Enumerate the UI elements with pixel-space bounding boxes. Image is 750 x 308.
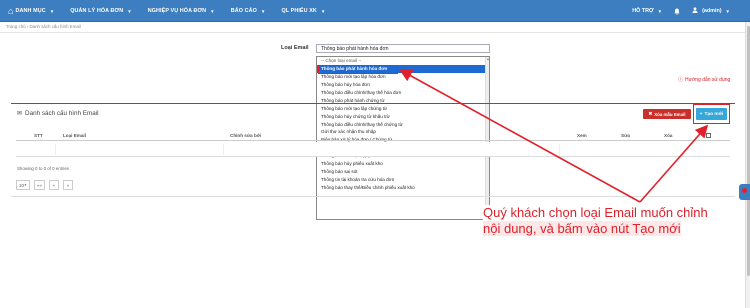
email-type-label: Loại Email	[281, 45, 309, 51]
first-page-button[interactable]: ««	[34, 180, 45, 190]
annotation-line-2: nội dung, và bấm vào nút Tạo mới	[483, 221, 681, 236]
divider	[0, 32, 745, 33]
page-scrollbar[interactable]	[745, 22, 750, 308]
bell-icon[interactable]	[674, 8, 680, 15]
user-guide-link[interactable]: ⓘ Hướng dẫn sử dụng	[678, 76, 731, 84]
dropdown-option[interactable]: -- Chọn loại email --	[317, 57, 489, 65]
annotation-line-1: Quý khách chọn loại Email muốn chỉnh	[483, 205, 708, 220]
table-header: STT Loại Email Chỉnh sửa bởi Xem Sửa Xóa	[16, 131, 730, 141]
menu-quan-ly-hoa-don-label: QUẢN LÝ HÓA ĐƠN	[70, 8, 124, 14]
menu-nghiep-vu-hoa-don-label: NGHIỆP VỤ HÓA ĐƠN	[147, 8, 207, 14]
scroll-up-icon[interactable]: ▲	[486, 57, 490, 61]
col-edit[interactable]: Sửa	[621, 133, 630, 138]
top-right-menu: HỖ TRỢ ▼ (admin) ▼	[632, 0, 730, 22]
dropdown-option[interactable]: Thông báo hủy chứng từ khấu trừ	[317, 113, 489, 121]
menu-quan-ly-hoa-don[interactable]: QUẢN LÝ HÓA ĐƠN ▼	[62, 0, 139, 22]
caret-down-icon: ▼	[320, 8, 326, 14]
dropdown-option[interactable]: Thông báo điều chỉnh/thay thế hóa đơn	[317, 89, 489, 97]
user-menu[interactable]: (admin) ▼	[692, 7, 730, 15]
email-type-select[interactable]: Thông báo phát hành hóa đơn	[316, 44, 490, 53]
caret-down-icon: ▼	[127, 8, 132, 14]
instruction-annotation: Quý khách chọn loại Email muốn chỉnh nội…	[483, 205, 723, 237]
dropdown-option[interactable]: Thông báo sai sót	[317, 168, 489, 176]
next-page-button[interactable]: »	[62, 180, 73, 190]
close-icon: ✖	[648, 111, 653, 116]
divider	[11, 196, 735, 197]
top-navbar: ⌂ DANH MỤC ▼ QUẢN LÝ HÓA ĐƠN ▼ NGHIỆP VỤ…	[0, 0, 750, 22]
main-menu: ⌂ DANH MỤC ▼ QUẢN LÝ HÓA ĐƠN ▼ NGHIỆP VỤ…	[0, 0, 333, 22]
col-delete[interactable]: Xóa	[664, 133, 672, 138]
prev-page-button[interactable]: «	[48, 180, 59, 190]
caret-down-icon: ▼	[725, 8, 730, 14]
table-info: Showing 0 to 0 of 0 entries	[17, 166, 69, 171]
col-stt[interactable]: STT	[34, 133, 43, 138]
panel-title-text: Danh sách cấu hình Email	[25, 110, 99, 117]
envelope-icon: ✉	[17, 111, 23, 117]
menu-ql-phieu-xk-label: QL PHIẾU XK	[281, 8, 317, 14]
dropdown-option[interactable]: Thông tin tài khoản tra cứu hóa đơn	[317, 176, 489, 184]
caret-down-icon: ▼	[24, 183, 27, 187]
highlight-selected-option	[318, 65, 398, 74]
support-menu[interactable]: HỖ TRỢ ▼	[632, 8, 662, 14]
dropdown-option[interactable]: Thông báo mời tạo lập hóa đơn	[317, 73, 489, 81]
caret-down-icon: ▼	[49, 8, 55, 14]
menu-danh-muc[interactable]: ⌂ DANH MỤC ▼	[0, 0, 62, 22]
filter-cell[interactable]	[56, 144, 224, 155]
col-email-type[interactable]: Loại Email	[63, 133, 86, 138]
user-guide-label: Hướng dẫn sử dụng	[685, 76, 731, 83]
menu-bao-cao-label: BÁO CÁO	[230, 8, 257, 14]
caret-down-icon: ▼	[657, 8, 663, 14]
dropdown-option[interactable]: Thông báo hủy hóa đơn	[317, 81, 489, 89]
home-icon: ⌂	[8, 6, 14, 16]
panel-title: ✉ Danh sách cấu hình Email	[17, 110, 99, 117]
table-filter-row	[16, 142, 730, 157]
support-widget[interactable]	[739, 184, 750, 200]
col-view[interactable]: Xem	[577, 133, 587, 138]
menu-nghiep-vu-hoa-don[interactable]: NGHIỆP VỤ HÓA ĐƠN ▼	[140, 0, 223, 22]
panel-top-border	[11, 103, 735, 104]
filter-cell[interactable]	[16, 144, 56, 155]
delete-email-template-button[interactable]: ✖ Xóa mẫu Email	[643, 109, 691, 119]
breadcrumb: Trang chủ › Danh sách cấu hình Email	[6, 24, 81, 29]
user-label: (admin)	[702, 8, 722, 14]
dropdown-option[interactable]: Thông báo hủy phiếu xuất kho	[317, 160, 489, 168]
select-all-checkbox[interactable]	[706, 133, 711, 138]
menu-ql-phieu-xk[interactable]: QL PHIẾU XK ▼	[273, 0, 333, 22]
notification-dot-icon	[742, 188, 747, 193]
support-label: HỖ TRỢ	[632, 8, 654, 14]
pagination: 10 ▼ «« « »	[16, 180, 73, 190]
delete-button-label: Xóa mẫu Email	[654, 111, 686, 117]
menu-danh-muc-label: DANH MỤC	[15, 8, 46, 14]
dropdown-option[interactable]: Thông báo điều chỉnh/thay thế chứng từ	[317, 121, 489, 129]
caret-down-icon: ▼	[260, 8, 266, 14]
filter-cell[interactable]	[224, 144, 560, 155]
col-edited-by[interactable]: Chỉnh sửa bởi	[230, 133, 261, 138]
page-size-select[interactable]: 10 ▼	[16, 180, 30, 190]
dropdown-option[interactable]: Thông báo thay thế/Điều chỉnh phiếu xuất…	[317, 184, 489, 192]
user-icon	[692, 7, 698, 15]
menu-bao-cao[interactable]: BÁO CÁO ▼	[223, 0, 274, 22]
highlight-create-button	[693, 104, 730, 124]
caret-down-icon: ▼	[210, 8, 215, 14]
dropdown-option[interactable]: Thông báo mời tạo lập chứng từ	[317, 105, 489, 113]
help-icon: ⓘ	[678, 77, 684, 83]
